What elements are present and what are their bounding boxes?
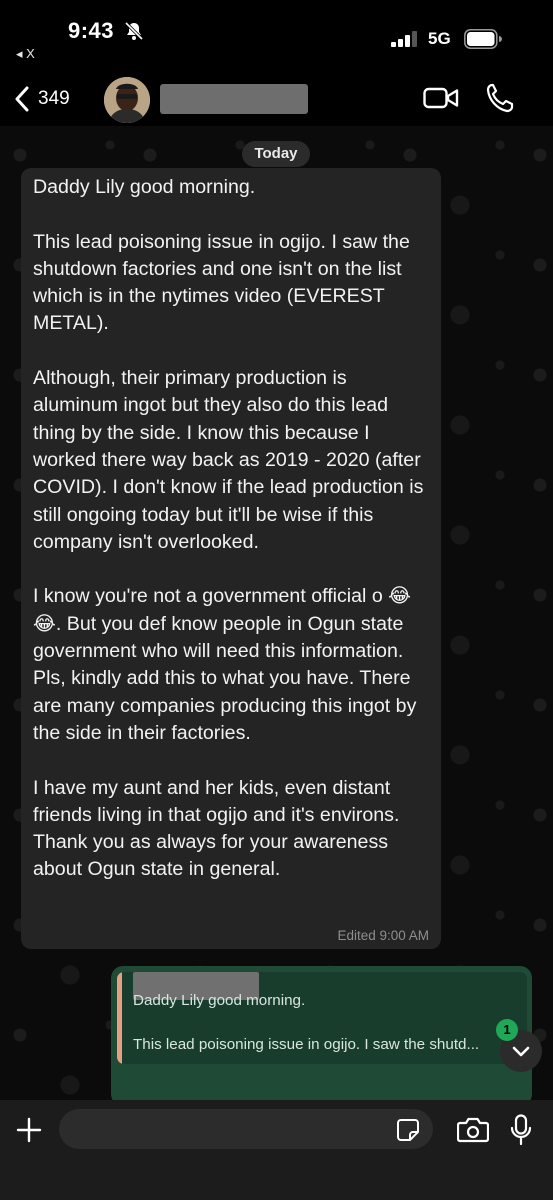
cellular-signal-icon	[391, 31, 417, 47]
sticker-icon[interactable]	[396, 1118, 420, 1142]
phone-icon[interactable]	[486, 83, 514, 113]
message-composer	[0, 1100, 553, 1200]
quoted-line: Daddy Lily good morning.	[133, 992, 306, 1009]
unread-badge: 1	[496, 1019, 518, 1041]
unread-chats-count: 349	[38, 88, 70, 109]
back-to-app-link[interactable]: ◂ X	[16, 46, 35, 62]
microphone-icon[interactable]	[510, 1114, 532, 1146]
contact-name-redacted[interactable]	[160, 84, 308, 114]
camera-icon[interactable]	[457, 1117, 489, 1143]
status-bar: 9:43 ◂ X 5G	[0, 0, 553, 70]
outgoing-reply-bubble[interactable]: Daddy Lily good morning. This lead poiso…	[111, 966, 532, 1106]
chevron-left-icon	[15, 86, 29, 112]
video-call-icon[interactable]	[423, 86, 459, 110]
message-text: Daddy Lily good morning. This lead poiso…	[33, 176, 424, 881]
date-separator: Today	[242, 141, 310, 167]
contact-photo	[104, 77, 150, 123]
message-timestamp: Edited 9:00 AM	[337, 928, 429, 943]
bell-muted-icon	[124, 21, 144, 41]
clock: 9:43	[68, 18, 115, 43]
quoted-message[interactable]: Daddy Lily good morning. This lead poiso…	[117, 972, 527, 1064]
avatar[interactable]	[104, 77, 150, 123]
back-button[interactable]: 349	[14, 84, 94, 114]
network-type: 5G	[428, 29, 451, 48]
plus-icon[interactable]	[15, 1116, 43, 1144]
battery-icon	[464, 29, 502, 49]
quote-accent-bar	[117, 972, 122, 1064]
message-input[interactable]	[59, 1109, 433, 1149]
quoted-line: This lead poisoning issue in ogijo. I sa…	[133, 1036, 480, 1053]
incoming-message-bubble[interactable]: Daddy Lily good morning. This lead poiso…	[21, 168, 441, 949]
chat-header: 349	[0, 70, 553, 126]
